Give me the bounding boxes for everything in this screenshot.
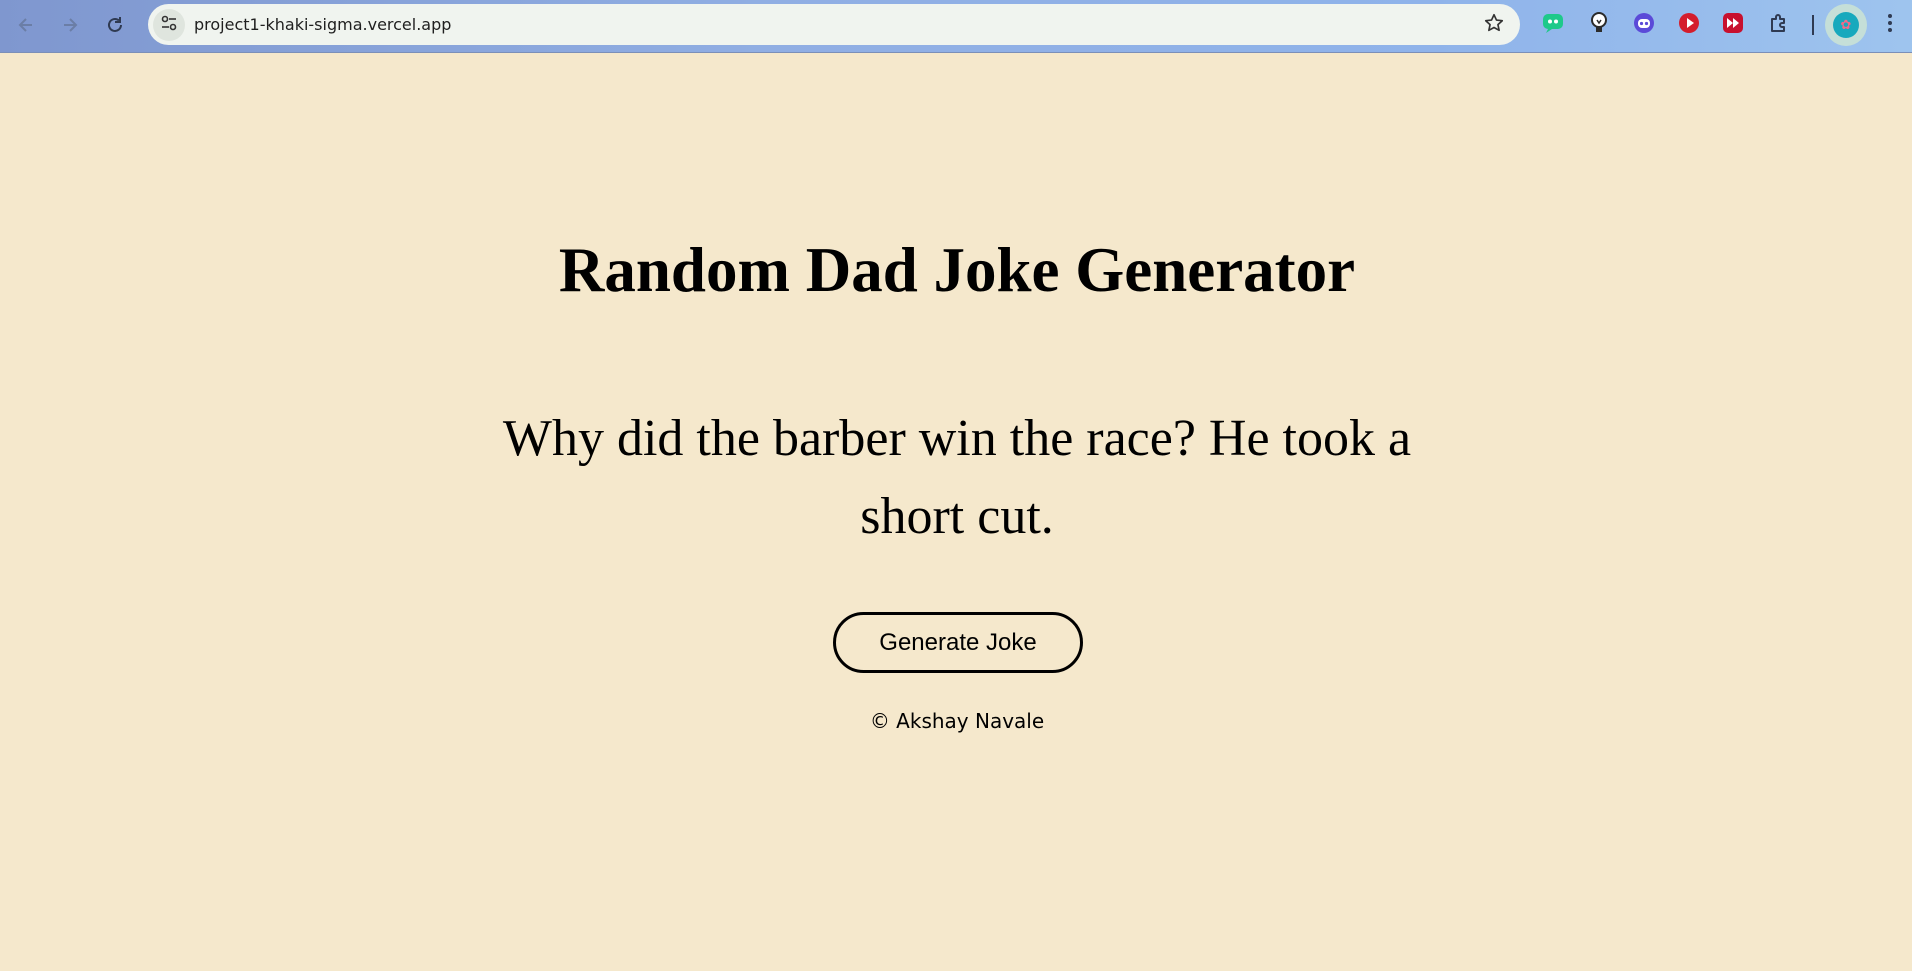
browser-menu-button[interactable] xyxy=(1877,11,1903,39)
site-info-button[interactable] xyxy=(153,9,185,41)
extensions-menu-button[interactable] xyxy=(1766,12,1792,38)
profile-avatar-button[interactable]: ✿ xyxy=(1825,4,1867,46)
kebab-menu-icon xyxy=(1887,13,1893,38)
extension-chat-button[interactable] xyxy=(1540,12,1566,38)
play-extension-icon xyxy=(1677,11,1701,40)
back-button[interactable] xyxy=(9,8,43,42)
lightbulb-extension-icon xyxy=(1588,11,1610,40)
puzzle-extensions-icon xyxy=(1767,11,1791,40)
extension-lightbulb-button[interactable] xyxy=(1586,11,1612,40)
fast-forward-extension-icon xyxy=(1721,11,1745,40)
chat-extension-icon xyxy=(1541,11,1565,40)
forward-button[interactable] xyxy=(53,8,87,42)
toolbar-divider xyxy=(1812,15,1814,35)
extension-fast-forward-button[interactable] xyxy=(1720,12,1746,38)
page-title: Random Dad Joke Generator xyxy=(558,235,1356,305)
bookmark-star-button[interactable] xyxy=(1482,13,1506,37)
extension-play-button[interactable] xyxy=(1676,12,1702,38)
joke-text: Why did the barber win the race? He took… xyxy=(502,410,1412,545)
profile-avatar-icon: ✿ xyxy=(1833,12,1859,38)
arrow-right-icon xyxy=(60,15,80,35)
robot-extension-icon xyxy=(1632,11,1656,40)
extension-robot-button[interactable] xyxy=(1631,12,1657,38)
browser-toolbar: project1-khaki-sigma.vercel.app ✿ xyxy=(0,0,1912,53)
arrow-left-icon xyxy=(16,15,36,35)
star-icon xyxy=(1483,12,1505,39)
tune-icon xyxy=(160,14,178,37)
address-bar[interactable]: project1-khaki-sigma.vercel.app xyxy=(148,4,1520,45)
generate-joke-button[interactable]: Generate Joke xyxy=(833,612,1083,673)
reload-button[interactable] xyxy=(98,8,132,42)
footer-copyright: © Akshay Navale xyxy=(869,709,1045,733)
url-text[interactable]: project1-khaki-sigma.vercel.app xyxy=(194,15,451,34)
reload-icon xyxy=(105,15,125,35)
